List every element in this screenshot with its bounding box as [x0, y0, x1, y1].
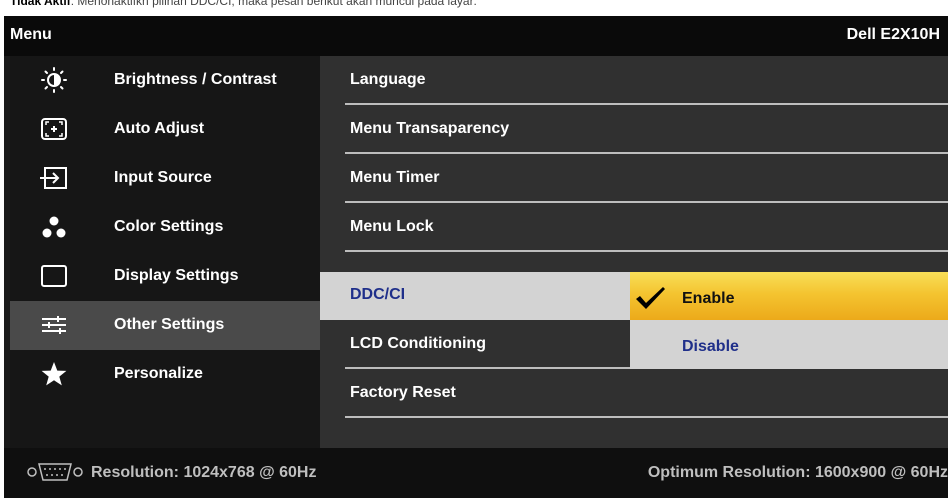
display-settings-icon [38, 263, 70, 289]
submenu-item-menu-lock[interactable]: Menu Lock [320, 203, 948, 252]
menu-item-label: Color Settings [114, 218, 224, 235]
submenu-item-label: Menu Timer [350, 169, 440, 186]
submenu-panel: Language Menu Transaparency Menu Timer M… [320, 56, 948, 448]
option-disable[interactable]: Disable [630, 320, 948, 369]
submenu-item-label: Menu Transaparency [350, 120, 510, 137]
menu-item-other-settings[interactable]: Other Settings [10, 301, 320, 350]
submenu-item-menu-transparency[interactable]: Menu Transaparency [320, 105, 948, 154]
menu-item-label: Input Source [114, 169, 212, 186]
status-footer: Resolution: 1024x768 @ 60Hz Optimum Reso… [4, 448, 948, 498]
color-settings-icon [38, 214, 70, 240]
osd-header: Menu Dell E2X10H [4, 16, 948, 56]
sliders-icon [38, 312, 70, 338]
menu-item-label: Brightness / Contrast [114, 71, 277, 88]
osd-window: Menu Dell E2X10H Brightness / Contrast A… [4, 16, 948, 498]
menu-title: Menu [10, 26, 52, 43]
page-caption: Tidak Aktif: Menonaktifkn pilihan DDC/CI… [10, 0, 948, 10]
submenu-item-lcd-conditioning[interactable]: LCD Conditioning [320, 320, 630, 369]
submenu-item-label: Factory Reset [350, 384, 456, 401]
menu-item-color-settings[interactable]: Color Settings [10, 203, 320, 252]
menu-item-label: Display Settings [114, 267, 239, 284]
submenu-item-label: Menu Lock [350, 218, 434, 235]
main-menu: Brightness / Contrast Auto Adjust Input … [10, 56, 320, 448]
menu-item-display-settings[interactable]: Display Settings [10, 252, 320, 301]
submenu-item-language[interactable]: Language [320, 56, 948, 105]
menu-item-label: Personalize [114, 365, 203, 382]
input-source-icon [38, 165, 70, 191]
caption-text: : Menonaktifkn pilihan DDC/CI, maka pesa… [70, 0, 477, 8]
submenu-item-menu-timer[interactable]: Menu Timer [320, 154, 948, 203]
submenu-item-ddc-ci[interactable]: DDC/CI [320, 272, 630, 320]
submenu-item-label: LCD Conditioning [350, 335, 486, 352]
option-enable-label: Enable [682, 290, 735, 307]
menu-item-brightness-contrast[interactable]: Brightness / Contrast [10, 56, 320, 105]
menu-item-input-source[interactable]: Input Source [10, 154, 320, 203]
auto-adjust-icon [38, 116, 70, 142]
submenu-item-label: DDC/CI [350, 286, 406, 303]
model-name: Dell E2X10H [846, 26, 940, 43]
option-enable[interactable]: Enable [630, 272, 948, 320]
submenu-item-factory-reset[interactable]: Factory Reset [320, 369, 948, 418]
menu-item-label: Auto Adjust [114, 120, 205, 137]
star-icon [38, 361, 70, 387]
optimum-resolution: Optimum Resolution: 1600x900 @ 60Hz [647, 464, 948, 481]
current-resolution: Resolution: 1024x768 @ 60Hz [91, 464, 317, 481]
submenu-divider [345, 250, 948, 252]
caption-bold: Tidak Aktif [10, 0, 71, 8]
menu-item-auto-adjust[interactable]: Auto Adjust [10, 105, 320, 154]
option-disable-label: Disable [682, 338, 739, 355]
submenu-item-label: Language [350, 71, 426, 88]
checkmark-icon [634, 286, 666, 310]
vga-connector-icon [26, 461, 84, 483]
brightness-icon [38, 67, 70, 93]
submenu-divider [345, 416, 948, 418]
menu-item-personalize[interactable]: Personalize [10, 350, 320, 399]
menu-item-label: Other Settings [114, 316, 225, 333]
